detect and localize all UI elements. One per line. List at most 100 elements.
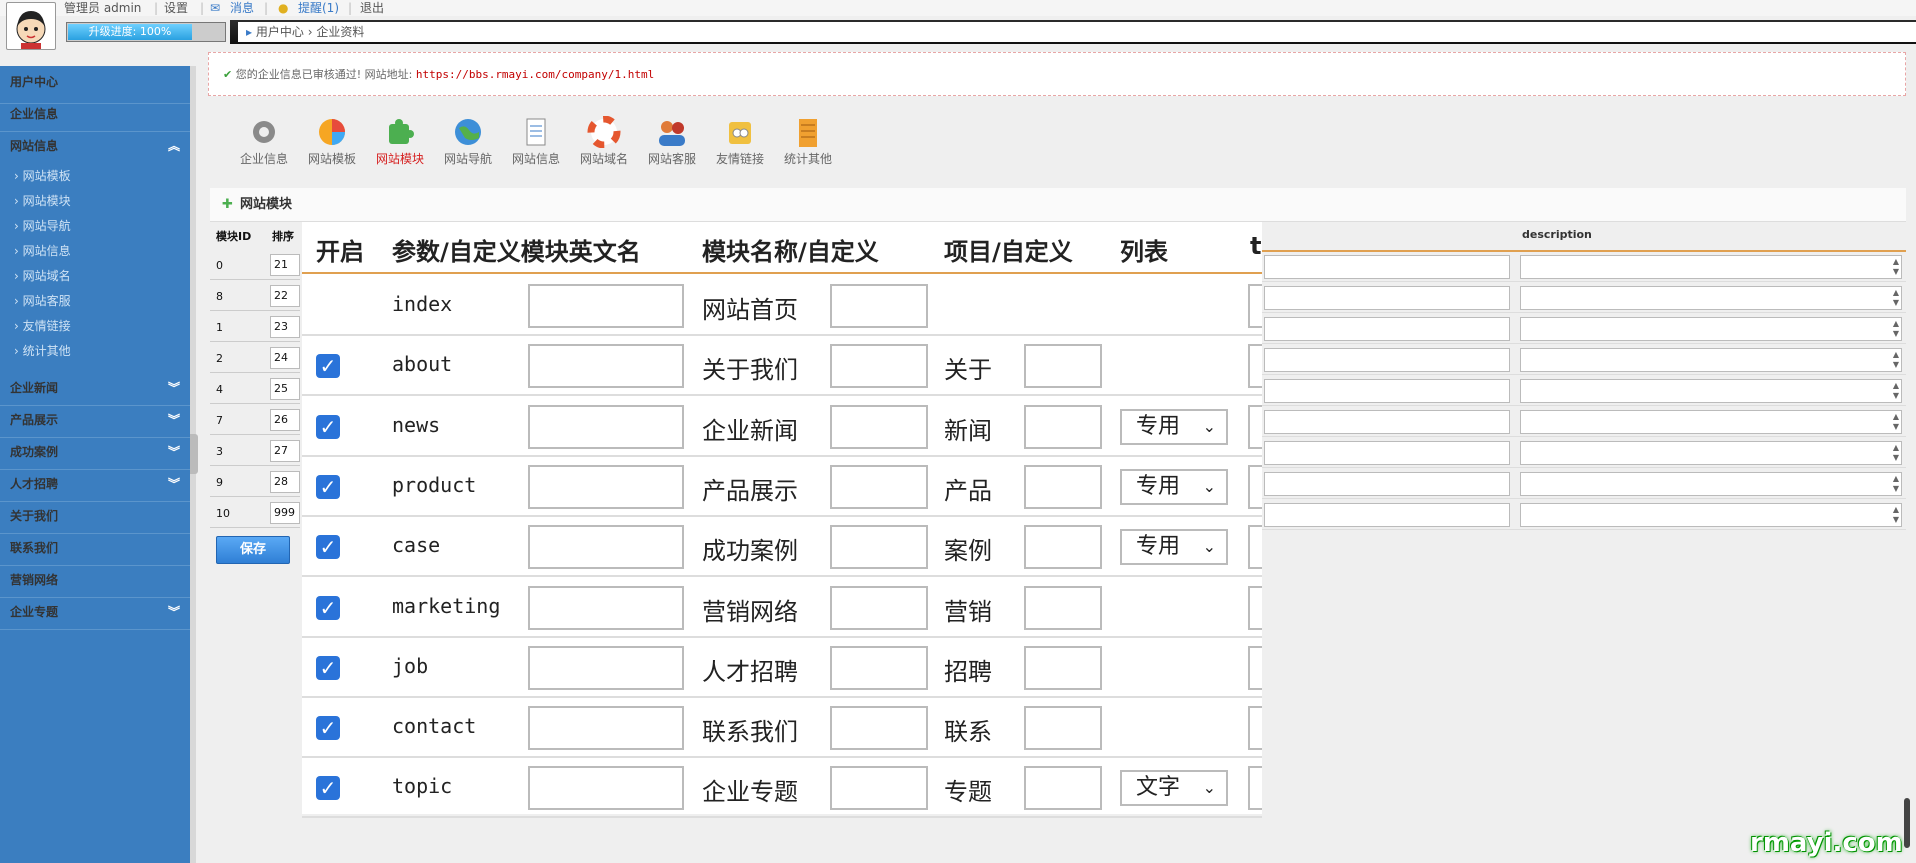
truncated-input[interactable] <box>1248 645 1262 690</box>
custom-item-input[interactable] <box>1024 344 1102 389</box>
spinner-arrows-icon[interactable]: ▲ ▼ <box>1893 474 1899 494</box>
logout-link[interactable]: 退出 <box>360 0 384 16</box>
custom-name-input[interactable] <box>830 525 928 570</box>
description-input[interactable]: ▲ ▼ <box>1520 348 1902 372</box>
order-input[interactable]: 26 <box>270 409 300 431</box>
custom-item-input[interactable] <box>1024 525 1102 570</box>
spinner-arrows-icon[interactable]: ▲ ▼ <box>1893 257 1899 277</box>
custom-slug-input[interactable] <box>528 464 684 509</box>
custom-item-input[interactable] <box>1024 766 1102 811</box>
truncated-input[interactable] <box>1248 585 1262 630</box>
list-type-select[interactable]: 文字 ⌄ <box>1120 770 1228 807</box>
custom-name-input[interactable] <box>830 404 928 449</box>
title-input[interactable] <box>1264 410 1510 434</box>
custom-name-input[interactable] <box>830 585 928 630</box>
sidebar-subitem[interactable]: › 网站信息 <box>14 243 71 259</box>
truncated-input[interactable] <box>1248 525 1262 570</box>
list-type-select[interactable]: 专用 ⌄ <box>1120 529 1228 566</box>
order-input[interactable]: 999 <box>270 502 300 524</box>
order-input[interactable]: 25 <box>270 378 300 400</box>
custom-slug-input[interactable] <box>528 645 684 690</box>
order-input[interactable]: 22 <box>270 285 300 307</box>
sidebar-section[interactable]: 营销网络 <box>0 572 190 598</box>
spinner-arrows-icon[interactable]: ▲ ▼ <box>1893 288 1899 308</box>
spinner-arrows-icon[interactable]: ▲ ▼ <box>1893 412 1899 432</box>
title-input[interactable] <box>1264 472 1510 496</box>
sidebar-section[interactable]: 企业专题 ︾ <box>0 604 190 630</box>
enable-checkbox[interactable]: ✓ <box>316 716 340 741</box>
truncated-input[interactable] <box>1248 464 1262 509</box>
description-input[interactable]: ▲ ▼ <box>1520 255 1902 279</box>
list-type-select[interactable]: 专用 ⌄ <box>1120 468 1228 505</box>
custom-slug-input[interactable] <box>528 344 684 389</box>
enable-checkbox[interactable]: ✓ <box>316 595 340 620</box>
reminders-link[interactable]: 提醒(1) <box>298 0 339 16</box>
breadcrumb-user-center[interactable]: 用户中心 <box>256 25 304 39</box>
sidebar-section[interactable]: 产品展示 ︾ <box>0 412 190 438</box>
enable-checkbox[interactable]: ✓ <box>316 474 340 499</box>
custom-item-input[interactable] <box>1024 706 1102 751</box>
order-input[interactable]: 21 <box>270 254 300 276</box>
custom-name-input[interactable] <box>830 464 928 509</box>
sidebar-item-company-info[interactable]: 企业信息 <box>0 106 190 132</box>
description-input[interactable]: ▲ ▼ <box>1520 286 1902 310</box>
enable-checkbox[interactable]: ✓ <box>316 414 340 439</box>
order-input[interactable]: 27 <box>270 440 300 462</box>
custom-item-input[interactable] <box>1024 645 1102 690</box>
sidebar-subitem[interactable]: › 网站客服 <box>14 293 71 309</box>
truncated-input[interactable] <box>1248 284 1262 328</box>
list-type-select[interactable]: 专用 ⌄ <box>1120 408 1228 445</box>
settings-link[interactable]: 设置 <box>164 0 188 16</box>
sidebar-section[interactable]: 人才招聘 ︾ <box>0 476 190 502</box>
enable-checkbox[interactable]: ✓ <box>316 535 340 560</box>
sidebar-subitem[interactable]: › 网站域名 <box>14 268 71 284</box>
sidebar-section[interactable]: 成功案例 ︾ <box>0 444 190 470</box>
order-input[interactable]: 23 <box>270 316 300 338</box>
messages-link[interactable]: 消息 <box>230 0 254 16</box>
custom-item-input[interactable] <box>1024 404 1102 449</box>
company-url-link[interactable]: https://bbs.rmayi.com/company/1.html <box>416 68 654 81</box>
description-input[interactable]: ▲ ▼ <box>1520 503 1902 527</box>
custom-slug-input[interactable] <box>528 525 684 570</box>
sidebar-section[interactable]: 关于我们 <box>0 508 190 534</box>
custom-name-input[interactable] <box>830 344 928 389</box>
custom-slug-input[interactable] <box>528 706 684 751</box>
custom-item-input[interactable] <box>1024 464 1102 509</box>
spinner-arrows-icon[interactable]: ▲ ▼ <box>1893 443 1899 463</box>
title-input[interactable] <box>1264 441 1510 465</box>
title-input[interactable] <box>1264 379 1510 403</box>
sidebar-subitem[interactable]: › 网站模板 <box>14 168 71 184</box>
title-input[interactable] <box>1264 503 1510 527</box>
spinner-arrows-icon[interactable]: ▲ ▼ <box>1893 505 1899 525</box>
sidebar-item-user-center[interactable]: 用户中心 <box>0 74 190 104</box>
enable-checkbox[interactable]: ✓ <box>316 776 340 801</box>
description-input[interactable]: ▲ ▼ <box>1520 379 1902 403</box>
spinner-arrows-icon[interactable]: ▲ ▼ <box>1893 381 1899 401</box>
sidebar-collapse-handle[interactable] <box>190 434 198 474</box>
sidebar-subitem[interactable]: › 网站模块 <box>14 193 71 209</box>
enable-checkbox[interactable]: ✓ <box>316 655 340 680</box>
sidebar-item-website-info[interactable]: 网站信息 ︽ <box>0 138 190 164</box>
spinner-arrows-icon[interactable]: ▲ ▼ <box>1893 319 1899 339</box>
title-input[interactable] <box>1264 348 1510 372</box>
description-input[interactable]: ▲ ▼ <box>1520 441 1902 465</box>
custom-item-input[interactable] <box>1024 585 1102 630</box>
enable-checkbox[interactable]: ✓ <box>316 354 340 379</box>
avatar[interactable] <box>6 2 56 50</box>
custom-name-input[interactable] <box>830 706 928 751</box>
truncated-input[interactable] <box>1248 344 1262 389</box>
spinner-arrows-icon[interactable]: ▲ ▼ <box>1893 350 1899 370</box>
custom-slug-input[interactable] <box>528 284 684 328</box>
truncated-input[interactable] <box>1248 404 1262 449</box>
custom-name-input[interactable] <box>830 284 928 328</box>
scrollbar-thumb[interactable] <box>1904 798 1910 848</box>
description-input[interactable]: ▲ ▼ <box>1520 472 1902 496</box>
order-input[interactable]: 24 <box>270 347 300 369</box>
custom-slug-input[interactable] <box>528 404 684 449</box>
custom-name-input[interactable] <box>830 645 928 690</box>
title-input[interactable] <box>1264 255 1510 279</box>
save-button[interactable]: 保存 <box>216 536 290 564</box>
truncated-input[interactable] <box>1248 766 1262 811</box>
description-input[interactable]: ▲ ▼ <box>1520 410 1902 434</box>
title-input[interactable] <box>1264 317 1510 341</box>
